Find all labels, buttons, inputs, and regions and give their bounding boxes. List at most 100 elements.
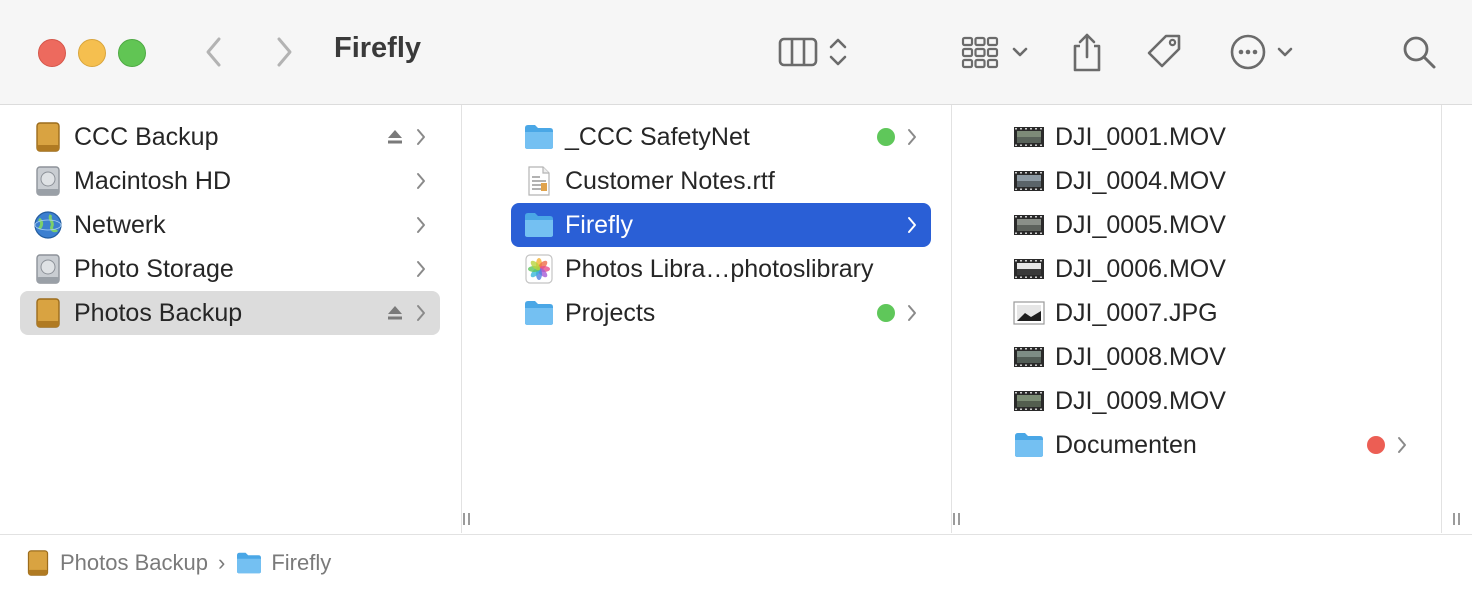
video-thumbnail-icon bbox=[1013, 121, 1045, 153]
forward-button[interactable] bbox=[266, 30, 302, 74]
volume-photo-storage[interactable]: Photo Storage bbox=[20, 247, 440, 291]
list-item-label: DJI_0005.MOV bbox=[1055, 210, 1226, 239]
green-tag-icon bbox=[877, 304, 895, 322]
chevron-down-icon bbox=[1012, 47, 1028, 57]
list-item-label: DJI_0006.MOV bbox=[1055, 254, 1226, 283]
folder-icon bbox=[523, 121, 555, 153]
volume-ccc-backup[interactable]: CCC Backup bbox=[20, 115, 440, 159]
red-tag-icon bbox=[1367, 436, 1385, 454]
internal-drive-icon bbox=[32, 165, 64, 197]
finder-window: Firefly CCC Backup Macintosh HD Netwerk … bbox=[0, 0, 1472, 591]
list-item[interactable]: Documenten bbox=[1001, 423, 1431, 467]
list-item-label: Firefly bbox=[565, 210, 634, 239]
folder-icon bbox=[1013, 429, 1045, 461]
view-mode-button[interactable] bbox=[770, 30, 856, 74]
green-tag-icon bbox=[877, 128, 895, 146]
list-item-label: Photos Libra…photoslibrary bbox=[565, 254, 874, 283]
list-item[interactable]: DJI_0007.JPG bbox=[1001, 291, 1431, 335]
list-item[interactable]: _CCC SafetyNet bbox=[511, 115, 931, 159]
column-resize-handle[interactable] bbox=[1450, 511, 1462, 527]
video-thumbnail-icon bbox=[1013, 209, 1045, 241]
list-item-label: DJI_0008.MOV bbox=[1055, 342, 1226, 371]
window-title: Firefly bbox=[334, 32, 422, 64]
path-crumb-label: Photos Backup bbox=[60, 550, 208, 575]
sidebar-item-label: Macintosh HD bbox=[74, 166, 231, 195]
list-item[interactable]: Customer Notes.rtf bbox=[511, 159, 931, 203]
chevron-right-icon bbox=[905, 213, 919, 237]
network-globe-icon bbox=[32, 209, 64, 241]
chevron-right-icon bbox=[414, 125, 428, 149]
rtf-document-icon bbox=[523, 165, 555, 197]
eject-icon[interactable] bbox=[386, 304, 404, 322]
path-crumb-label: Firefly bbox=[271, 550, 332, 575]
list-item-label: Projects bbox=[565, 298, 656, 327]
chevron-right-icon bbox=[905, 301, 919, 325]
volume-netwerk[interactable]: Netwerk bbox=[20, 203, 440, 247]
empty-column bbox=[1441, 105, 1472, 533]
list-item-label: DJI_0004.MOV bbox=[1055, 166, 1226, 195]
updown-chevron-icon bbox=[829, 38, 847, 66]
volume-macintosh-hd[interactable]: Macintosh HD bbox=[20, 159, 440, 203]
list-item-label: Customer Notes.rtf bbox=[565, 166, 775, 195]
volumes-column: CCC Backup Macintosh HD Netwerk Photo St… bbox=[0, 105, 479, 533]
path-bar: Photos Backup › Firefly bbox=[0, 534, 1472, 591]
image-thumbnail-icon bbox=[1013, 297, 1045, 329]
list-item[interactable]: DJI_0008.MOV bbox=[1001, 335, 1431, 379]
folder-icon bbox=[523, 209, 555, 241]
list-item[interactable]: DJI_0001.MOV bbox=[1001, 115, 1431, 159]
search-icon bbox=[1403, 36, 1436, 69]
list-item[interactable]: Photos Libra…photoslibrary bbox=[511, 247, 931, 291]
photos-library-icon bbox=[523, 253, 555, 285]
list-item[interactable]: DJI_0005.MOV bbox=[1001, 203, 1431, 247]
chevron-down-icon bbox=[1277, 47, 1293, 57]
more-actions-button[interactable] bbox=[1226, 30, 1298, 74]
list-item[interactable]: DJI_0009.MOV bbox=[1001, 379, 1431, 423]
video-thumbnail-icon bbox=[1013, 253, 1045, 285]
more-icon bbox=[1230, 34, 1266, 70]
chevron-right-icon bbox=[1395, 433, 1409, 457]
sidebar-item-label: CCC Backup bbox=[74, 122, 219, 151]
close-window-button[interactable] bbox=[38, 39, 66, 67]
folder-icon bbox=[523, 297, 555, 329]
sidebar-item-label: Netwerk bbox=[74, 210, 166, 239]
list-item[interactable]: DJI_0004.MOV bbox=[1001, 159, 1431, 203]
chevron-right-icon bbox=[414, 257, 428, 281]
video-thumbnail-icon bbox=[1013, 341, 1045, 373]
column-resize-handle[interactable] bbox=[460, 511, 472, 527]
share-icon bbox=[1073, 33, 1101, 72]
sidebar-item-label: Photos Backup bbox=[74, 298, 243, 327]
forward-chevron-icon bbox=[277, 37, 292, 67]
list-item[interactable]: Projects bbox=[511, 291, 931, 335]
path-separator: › bbox=[217, 550, 226, 575]
columns-view-icon bbox=[778, 37, 818, 67]
list-item-label: DJI_0001.MOV bbox=[1055, 122, 1226, 151]
volume-photos-backup[interactable]: Photos Backup bbox=[20, 291, 440, 335]
minimize-window-button[interactable] bbox=[78, 39, 106, 67]
list-item-label: _CCC SafetyNet bbox=[565, 122, 750, 151]
column-resize-handle[interactable] bbox=[950, 511, 962, 527]
video-thumbnail-icon bbox=[1013, 385, 1045, 417]
search-button[interactable] bbox=[1398, 30, 1440, 74]
toolbar: Firefly bbox=[0, 0, 1472, 105]
back-chevron-icon bbox=[206, 37, 221, 67]
back-button[interactable] bbox=[196, 30, 232, 74]
list-item-label: Documenten bbox=[1055, 430, 1197, 459]
list-item[interactable]: DJI_0006.MOV bbox=[1001, 247, 1431, 291]
folder-icon bbox=[235, 548, 263, 578]
tags-button[interactable] bbox=[1142, 30, 1186, 74]
list-item-selected[interactable]: Firefly bbox=[511, 203, 931, 247]
chevron-right-icon bbox=[414, 169, 428, 193]
external-drive-icon bbox=[24, 548, 52, 578]
sidebar-item-label: Photo Storage bbox=[74, 254, 234, 283]
zoom-window-button[interactable] bbox=[118, 39, 146, 67]
path-crumb-photos-backup[interactable]: Photos Backup bbox=[24, 548, 208, 578]
firefly-column: DJI_0001.MOV DJI_0004.MOV DJI_0005.MOV D… bbox=[951, 105, 1441, 533]
tag-icon bbox=[1147, 34, 1181, 68]
group-button[interactable] bbox=[956, 30, 1034, 74]
chevron-right-icon bbox=[414, 213, 428, 237]
path-crumb-firefly[interactable]: Firefly bbox=[235, 548, 331, 578]
share-button[interactable] bbox=[1066, 30, 1108, 74]
list-item-label: DJI_0009.MOV bbox=[1055, 386, 1226, 415]
external-drive-icon bbox=[32, 297, 64, 329]
eject-icon[interactable] bbox=[386, 128, 404, 146]
